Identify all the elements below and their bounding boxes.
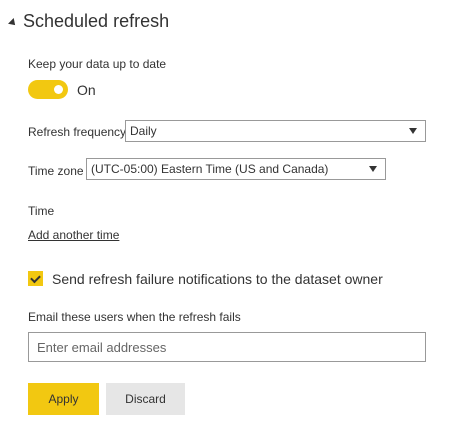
toggle-knob	[54, 85, 63, 94]
refresh-toggle[interactable]: On	[28, 80, 96, 99]
dropdown-arrow-icon	[369, 166, 377, 172]
section-header[interactable]: Scheduled refresh	[8, 11, 170, 32]
refresh-frequency-select[interactable]: Daily	[125, 120, 426, 142]
email-users-label: Email these users when the refresh fails	[28, 310, 241, 324]
discard-button[interactable]: Discard	[106, 383, 185, 415]
checkmark-icon	[30, 272, 41, 283]
notify-owner-checkbox[interactable]	[28, 271, 43, 286]
refresh-frequency-value: Daily	[130, 124, 157, 138]
apply-button[interactable]: Apply	[28, 383, 99, 415]
toggle-state-label: On	[77, 81, 96, 98]
keep-up-to-date-label: Keep your data up to date	[28, 57, 167, 71]
refresh-frequency-label: Refresh frequency	[28, 125, 127, 139]
section-title: Scheduled refresh	[23, 11, 170, 31]
time-label: Time	[28, 204, 55, 218]
toggle-switch[interactable]	[28, 80, 68, 99]
time-zone-value: (UTC-05:00) Eastern Time (US and Canada)	[91, 162, 329, 176]
notify-owner-label[interactable]: Send refresh failure notifications to th…	[52, 271, 383, 287]
caret-down-icon[interactable]	[8, 17, 18, 28]
time-zone-label: Time zone	[28, 164, 84, 178]
email-input[interactable]	[28, 332, 426, 362]
time-zone-select[interactable]: (UTC-05:00) Eastern Time (US and Canada)	[86, 158, 386, 180]
dropdown-arrow-icon	[409, 128, 417, 134]
add-another-time-link[interactable]: Add another time	[28, 228, 119, 242]
